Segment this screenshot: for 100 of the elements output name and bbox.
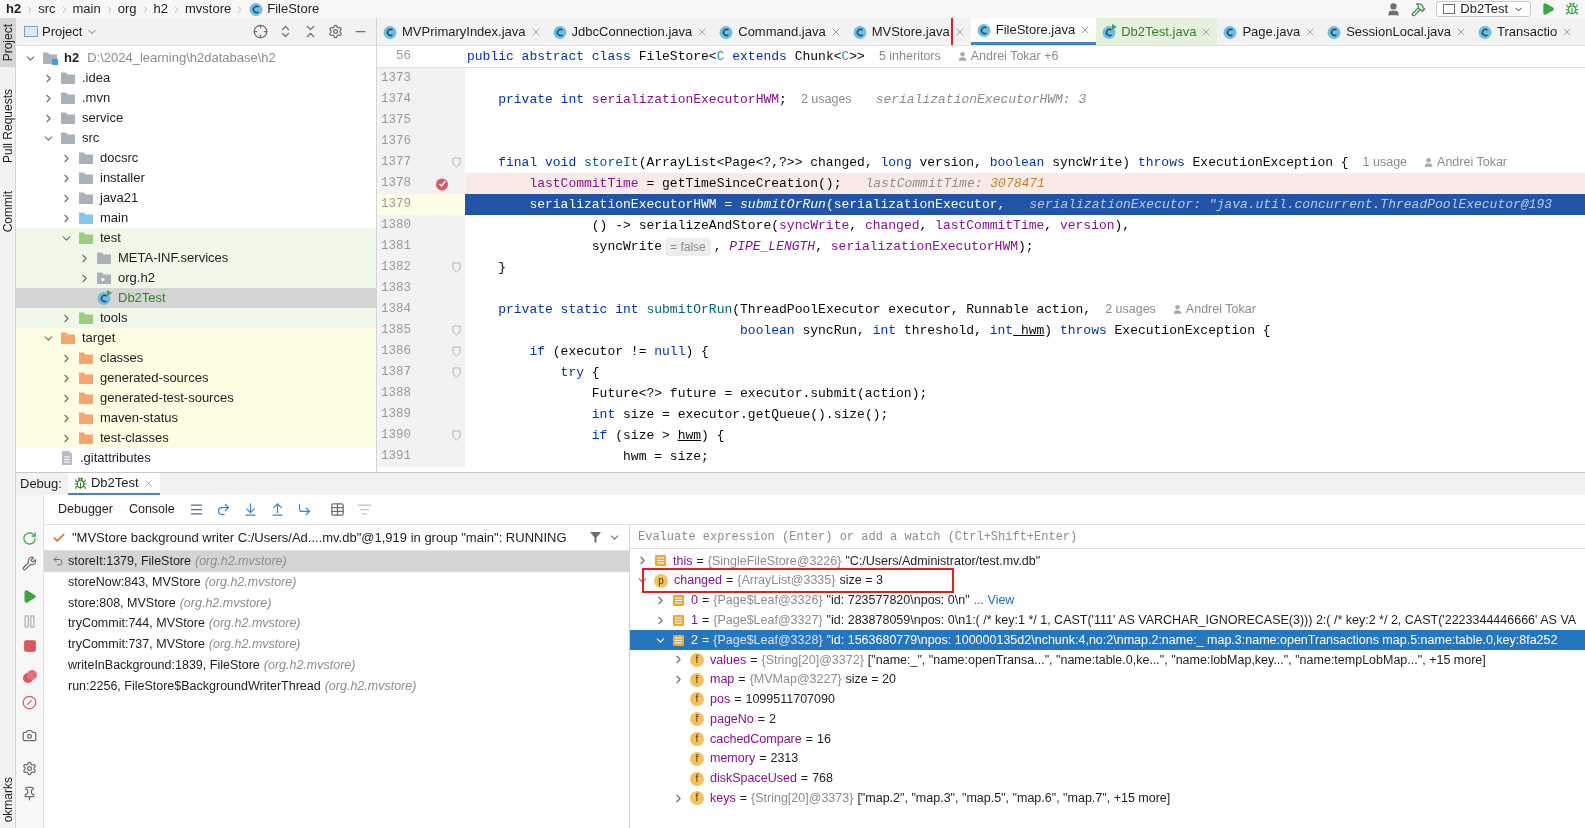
breakpoint-icon[interactable] — [435, 176, 449, 191]
stack-frame[interactable]: tryCommit:737, MVStore (org.h2.mvstore) — [44, 634, 629, 655]
tree-item[interactable]: test — [16, 228, 376, 248]
variable-row[interactable]: f pos = 1099511707090 — [630, 689, 1585, 710]
user-icon[interactable] — [1386, 1, 1402, 17]
breadcrumb-item[interactable]: src — [38, 0, 56, 19]
editor-tab[interactable]: MVStore.java — [846, 18, 971, 45]
tree-item[interactable]: generated-sources — [16, 368, 376, 388]
tree-item[interactable]: h2 D:\2024_learning\h2database\h2 — [16, 48, 376, 68]
tree-item[interactable]: generated-test-sources — [16, 388, 376, 408]
view-tab[interactable]: Console — [126, 500, 177, 519]
tree-item[interactable]: target — [16, 328, 376, 348]
build-icon[interactable] — [1411, 1, 1427, 17]
variable-row[interactable]: this = {SingleFileStore@3226} "C:/Users/Administrator/test.mv.db" — [630, 551, 1585, 571]
wrench-icon[interactable] — [22, 556, 37, 571]
evaluate-field[interactable]: Evaluate expression (Enter) or add a watch (Ctrl+Shift+Enter) — [630, 525, 1585, 549]
tree-item[interactable]: tools — [16, 308, 376, 328]
variable-row[interactable]: f diskSpaceUsed = 768 — [630, 768, 1585, 789]
tree-item[interactable]: .idea — [16, 68, 376, 88]
layout-icon[interactable] — [188, 502, 204, 517]
stack-frame[interactable]: writeInBackground:1839, FileStore (org.h2.mvstore) — [44, 655, 629, 676]
run-to-cursor-icon[interactable] — [296, 502, 312, 517]
stack-frame[interactable]: storeNow:843, MVStore (org.h2.mvstore) — [44, 571, 629, 593]
breadcrumb-item[interactable]: main — [72, 0, 101, 19]
breadcrumb-item[interactable]: mvstore — [184, 0, 232, 19]
variable-row[interactable]: f keys = {String[20]@3373} ["map.2", "map.3", "map.5", "map.6", "map.7", +15 more] — [630, 788, 1585, 809]
author-hint[interactable]: Andrei Tokar — [1423, 153, 1508, 172]
step-over-icon[interactable] — [215, 502, 231, 517]
tree-item[interactable]: src — [16, 128, 376, 148]
breadcrumb-item[interactable]: h2 — [6, 0, 22, 19]
tool-window-tab[interactable]: okmarks — [0, 776, 17, 822]
tree-item[interactable]: Db2Test — [16, 288, 376, 308]
breakpoints-icon[interactable] — [21, 669, 38, 685]
debug-session-tab[interactable]: Db2Test — [67, 473, 160, 495]
editor-tab[interactable]: Transactio — [1472, 18, 1579, 45]
tree-item[interactable]: service — [16, 108, 376, 128]
table-icon[interactable] — [329, 502, 345, 517]
tool-window-tab[interactable]: Commit — [0, 185, 15, 239]
locate-icon[interactable] — [253, 24, 268, 39]
stack-frame[interactable]: run:2256, FileStore$BackgroundWriterThread (org.h2.mvstore) — [44, 675, 629, 697]
tree-item[interactable]: maven-status — [16, 408, 376, 428]
debug-icon[interactable] — [1565, 2, 1579, 16]
camera-icon[interactable] — [22, 728, 37, 743]
variable-value: 16 — [817, 730, 831, 748]
stack-frame[interactable]: storeIt:1379, FileStore (org.h2.mvstore) — [44, 551, 629, 572]
editor-tab[interactable]: Db2Test.java — [1096, 18, 1218, 45]
variable-row[interactable]: 1 = {Page$Leaf@3327} "id: 283878059\npos: 0\n1:( /* key:1 */ 1, CAST('111' AS VARCHAR_IGNORECASE(3))) 2:( /* key:2 */ 2, CAST('2223344446666' AS VA — [630, 610, 1585, 631]
author-hint[interactable]: Andrei Tokar +6 — [956, 47, 1059, 66]
settings-icon[interactable] — [22, 761, 37, 776]
project-view-dropdown[interactable]: Project — [42, 21, 83, 42]
tree-item[interactable]: META-INF.services — [16, 248, 376, 268]
view-link[interactable]: ... View — [973, 591, 1015, 610]
run-config-dropdown[interactable]: Db2Test — [1436, 1, 1531, 17]
resume-icon[interactable] — [22, 589, 37, 604]
line-number: 1381 — [380, 238, 411, 256]
variable-row[interactable]: f values = {String[20]@3372} ["name:_", "name:openTransa...", "name:table.0,ke...", "name:lobMap,key...", "name:tempLobMap...", +15 more] — [630, 650, 1585, 670]
usages-hint[interactable]: 1 usage — [1362, 153, 1408, 172]
tree-item[interactable]: installer — [16, 168, 376, 188]
stop-icon[interactable] — [22, 639, 37, 653]
variable-row[interactable]: 2 = {Page$Leaf@3328} "id: 1563680779\npos: 100000135d2\nchunk:4,no:2\nmap.2:name:_ map.3:name:openTransactions map.5:name:table.0,key:8fa252 — [630, 630, 1585, 650]
editor-tab[interactable]: JdbcConnection.java — [546, 18, 714, 45]
tree-item[interactable]: docsrc — [16, 148, 376, 168]
filter-icon[interactable] — [589, 531, 602, 544]
usages-hint[interactable]: 5 inheritors — [878, 47, 941, 66]
usages-hint[interactable]: 2 usages — [800, 90, 852, 109]
breadcrumb-item[interactable]: FileStore — [267, 0, 320, 19]
settings-icon[interactable] — [328, 24, 343, 39]
close-icon[interactable] — [142, 477, 154, 489]
variable-row[interactable]: f map = {MVMap@3227} size = 20 — [630, 669, 1585, 690]
rerun-icon[interactable] — [22, 531, 37, 546]
author-hint[interactable]: Andrei Tokar — [1171, 300, 1256, 319]
code-text: syncWrite) — [1051, 153, 1132, 172]
tool-window-tab[interactable]: Project — [0, 18, 15, 68]
editor-tab[interactable]: SessionLocal.java — [1321, 18, 1472, 45]
pin-icon[interactable] — [22, 786, 37, 801]
tree-item[interactable]: java21 — [16, 188, 376, 208]
editor-tab[interactable]: MVPrimaryIndex.java — [377, 18, 547, 45]
variable-row[interactable]: f cachedCompare = 16 — [630, 729, 1585, 749]
tree-item[interactable]: classes — [16, 348, 376, 368]
tree-item[interactable]: .mvn — [16, 88, 376, 108]
run-icon[interactable] — [1541, 2, 1555, 16]
tree-item[interactable]: main — [16, 208, 376, 228]
stack-frame[interactable]: store:808, MVStore (org.h2.mvstore) — [44, 592, 629, 614]
editor-tab[interactable]: Command.java — [713, 18, 847, 45]
tree-item[interactable]: test-classes — [16, 428, 376, 448]
variable-value: "id: 283878059\npos: 0\n1:( /* key:1 */ 1, CAST('111' AS VARCHAR_IGNORECASE(3))) 2:( /* key:2 */ 2, CAST('2223344446666' AS VA — [826, 611, 1577, 629]
breadcrumb-item[interactable]: org — [117, 0, 137, 19]
mute-breakpoints-icon[interactable] — [22, 695, 37, 710]
variable-row[interactable]: f memory = 2313 — [630, 748, 1585, 769]
variable-row[interactable]: p changed = {ArrayList@3335} size = 3 — [630, 570, 1585, 591]
editor-tab[interactable]: Page.java — [1217, 18, 1322, 45]
variable-row[interactable]: f pageNo = 2 — [630, 709, 1585, 730]
tool-window-tab[interactable]: Pull Requests — [0, 83, 15, 170]
breadcrumb-item[interactable]: h2 — [153, 0, 168, 19]
variable-row[interactable]: 0 = {Page$Leaf@3326} "id: 723577820\npos: 0\n" ... View — [630, 590, 1585, 611]
view-tab[interactable]: Debugger — [56, 500, 115, 519]
tree-item[interactable]: org.h2 — [16, 268, 376, 288]
stack-frame[interactable]: tryCommit:744, MVStore (org.h2.mvstore) — [44, 613, 629, 635]
tree-item[interactable]: .gitattributes — [16, 448, 376, 468]
usages-hint[interactable]: 2 usages — [1105, 300, 1156, 319]
